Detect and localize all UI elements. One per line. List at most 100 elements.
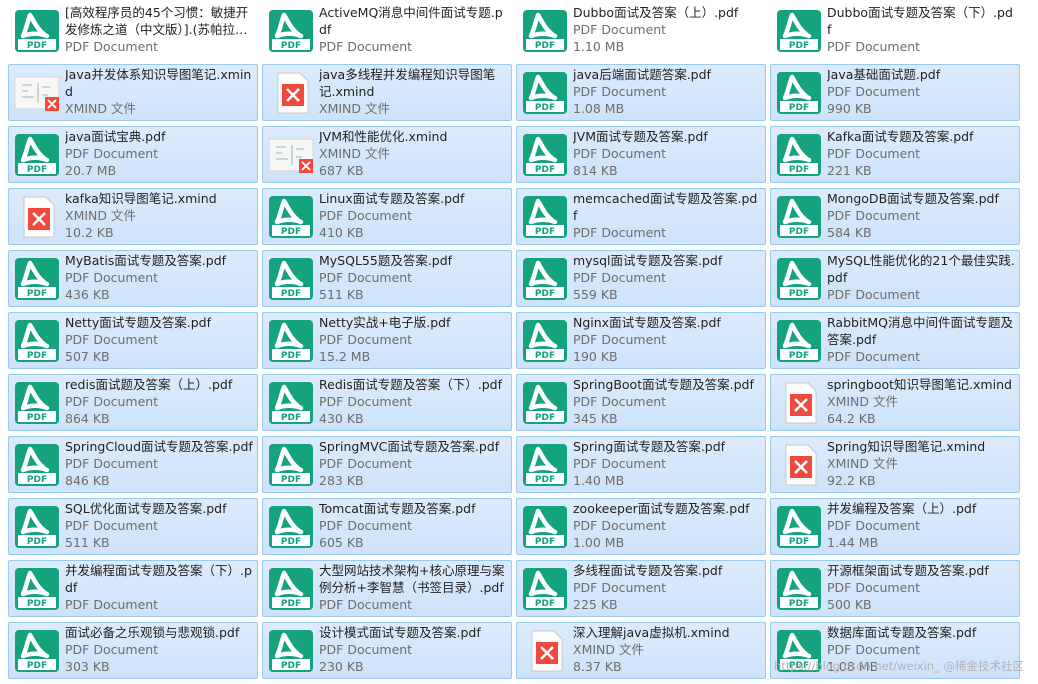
pdf-file-icon: PDF xyxy=(522,133,568,177)
file-text: [高效程序员的45个习惯：敏捷开发修炼之道（中文版）].(苏帕拉马... PDF … xyxy=(65,4,253,55)
svg-text:PDF: PDF xyxy=(535,351,555,361)
file-type: XMIND 文件 xyxy=(573,642,644,657)
file-size: 559 KB xyxy=(573,287,618,302)
file-item[interactable]: PDF [高效程序员的45个习惯：敏捷开发修炼之道（中文版）].(苏帕拉马...… xyxy=(8,2,258,59)
file-item[interactable]: PDF MyBatis面试专题及答案.pdf PDF Document 436 KB xyxy=(8,250,258,307)
file-item[interactable]: PDF Nginx面试专题及答案.pdf PDF Document 190 KB xyxy=(516,312,766,369)
svg-text:PDF: PDF xyxy=(281,227,301,237)
file-text: memcached面试专题及答案.pdf PDF Document635 KB xyxy=(573,190,761,244)
file-item[interactable]: kafka知识导图笔记.xmind XMIND 文件 10.2 KB xyxy=(8,188,258,245)
file-item[interactable]: PDF SpringMVC面试专题及答案.pdf PDF Document 283 … xyxy=(262,436,512,493)
svg-text:PDF: PDF xyxy=(789,227,809,237)
file-item[interactable]: PDF mysql面试专题及答案.pdf PDF Document 559 KB xyxy=(516,250,766,307)
file-type: PDF Document xyxy=(65,518,159,533)
file-size: 635 KB xyxy=(573,241,761,244)
file-type: XMIND 文件 xyxy=(65,101,136,116)
file-item[interactable]: PDF Kafka面试专题及答案.pdf PDF Document 221 KB xyxy=(770,126,1020,183)
file-text: Java并发体系知识导图笔记.xmind XMIND 文件304 KB xyxy=(65,66,253,120)
file-size: 814 KB xyxy=(573,163,618,178)
file-item[interactable]: PDF JVM面试专题及答案.pdf PDF Document 814 KB xyxy=(516,126,766,183)
file-name: java多线程并发编程知识导图笔记.xmind xyxy=(319,67,496,99)
file-text: SpringMVC面试专题及答案.pdf PDF Document 283 KB xyxy=(319,438,507,489)
file-item[interactable]: 深入理解java虚拟机.xmind XMIND 文件 8.37 KB xyxy=(516,622,766,679)
pdf-file-icon: PDF xyxy=(14,319,60,363)
file-item[interactable]: PDF MySQL55题及答案.pdf PDF Document 511 KB xyxy=(262,250,512,307)
file-text: SpringCloud面试专题及答案.pdf PDF Document 846 KB xyxy=(65,438,253,489)
svg-text:PDF: PDF xyxy=(281,661,301,671)
pdf-file-icon: PDF xyxy=(268,505,314,549)
file-text: Java基础面试题.pdf PDF Document 990 KB xyxy=(827,66,1015,117)
file-type: PDF Document xyxy=(573,84,667,99)
xmind-file-icon xyxy=(776,381,822,425)
file-item[interactable]: PDF Redis面试专题及答案（下）.pdf PDF Document 430 K… xyxy=(262,374,512,431)
file-name: MySQL性能优化的21个最佳实践.pdf xyxy=(827,253,1015,285)
file-size: 64.2 KB xyxy=(827,411,876,426)
file-name: 深入理解java虚拟机.xmind xyxy=(573,625,730,640)
file-item[interactable]: PDF Java基础面试题.pdf PDF Document 990 KB xyxy=(770,64,1020,121)
file-item[interactable]: PDF Netty面试专题及答案.pdf PDF Document 507 KB xyxy=(8,312,258,369)
file-type: XMIND 文件 xyxy=(65,208,136,223)
pdf-file-icon: PDF xyxy=(268,9,314,53)
file-type: PDF Document xyxy=(827,287,921,302)
file-type: PDF Document xyxy=(573,580,667,595)
file-name: kafka知识导图笔记.xmind xyxy=(65,191,217,206)
file-item[interactable]: PDF 设计模式面试专题及答案.pdf PDF Document 230 KB xyxy=(262,622,512,679)
file-name: mysql面试专题及答案.pdf xyxy=(573,253,723,268)
file-item[interactable]: PDF 大型网站技术架构+核心原理与案例分析+李智慧（书签目录）.pdf PDF … xyxy=(262,560,512,617)
file-item[interactable]: PDF Linux面试专题及答案.pdf PDF Document 410 KB xyxy=(262,188,512,245)
file-item[interactable]: PDF SpringCloud面试专题及答案.pdf PDF Document 84… xyxy=(8,436,258,493)
svg-text:PDF: PDF xyxy=(27,599,47,609)
file-size: 511 KB xyxy=(319,287,364,302)
file-type: PDF Document xyxy=(827,580,921,595)
file-size: 251 KB xyxy=(319,55,507,58)
svg-text:PDF: PDF xyxy=(281,41,301,51)
file-text: 多线程面试专题及答案.pdf PDF Document 225 KB xyxy=(573,562,761,613)
file-text: MyBatis面试专题及答案.pdf PDF Document 436 KB xyxy=(65,252,253,303)
file-name: SQL优化面试专题及答案.pdf xyxy=(65,501,227,516)
file-item[interactable]: PDF zookeeper面试专题及答案.pdf PDF Document 1.00… xyxy=(516,498,766,555)
file-item[interactable]: PDF redis面试题及答案（上）.pdf PDF Document 864 KB xyxy=(8,374,258,431)
file-item[interactable]: PDF memcached面试专题及答案.pdf PDF Document635 … xyxy=(516,188,766,245)
file-item[interactable]: java多线程并发编程知识导图笔记.xmind XMIND 文件 xyxy=(262,64,512,121)
pdf-file-icon: PDF xyxy=(776,9,822,53)
file-item[interactable]: PDF Dubbo面试及答案（上）.pdf PDF Document 1.10 MB xyxy=(516,2,766,59)
file-item[interactable]: PDF 多线程面试专题及答案.pdf PDF Document 225 KB xyxy=(516,560,766,617)
file-item[interactable]: PDF java后端面试题答案.pdf PDF Document 1.08 MB xyxy=(516,64,766,121)
file-item[interactable]: PDF 并发编程面试专题及答案（下）.pdf PDF Document xyxy=(8,560,258,617)
file-size: 304 KB xyxy=(65,117,253,120)
file-item[interactable]: PDF SQL优化面试专题及答案.pdf PDF Document 511 KB xyxy=(8,498,258,555)
file-name: ActiveMQ消息中间件面试专题.pdf xyxy=(319,5,503,37)
file-item[interactable]: PDF MongoDB面试专题及答案.pdf PDF Document 584 KB xyxy=(770,188,1020,245)
file-type: PDF Document xyxy=(65,597,159,612)
file-item[interactable]: JVM和性能优化.xmind XMIND 文件 687 KB xyxy=(262,126,512,183)
file-item[interactable]: PDF 面试必备之乐观锁与悲观锁.pdf PDF Document 303 KB xyxy=(8,622,258,679)
file-item[interactable]: Java并发体系知识导图笔记.xmind XMIND 文件304 KB xyxy=(8,64,258,121)
file-name: java后端面试题答案.pdf xyxy=(573,67,711,82)
file-item[interactable]: PDF SpringBoot面试专题及答案.pdf PDF Document 345… xyxy=(516,374,766,431)
file-name: Kafka面试专题及答案.pdf xyxy=(827,129,974,144)
file-size: 436 KB xyxy=(65,287,110,302)
file-item[interactable]: PDF Dubbo面试专题及答案（下）.pdf PDF Document615 K… xyxy=(770,2,1020,59)
file-text: Netty面试专题及答案.pdf PDF Document 507 KB xyxy=(65,314,253,365)
file-item[interactable]: PDF Spring面试专题及答案.pdf PDF Document 1.40 MB xyxy=(516,436,766,493)
file-item[interactable]: Spring知识导图笔记.xmind XMIND 文件 92.2 KB xyxy=(770,436,1020,493)
file-text: java多线程并发编程知识导图笔记.xmind XMIND 文件 xyxy=(319,66,507,117)
file-text: redis面试题及答案（上）.pdf PDF Document 864 KB xyxy=(65,376,253,427)
svg-text:PDF: PDF xyxy=(789,537,809,547)
file-item[interactable]: springboot知识导图笔记.xmind XMIND 文件 64.2 KB xyxy=(770,374,1020,431)
file-text: 并发编程面试专题及答案（下）.pdf PDF Document xyxy=(65,562,253,613)
file-size: 990 KB xyxy=(827,101,872,116)
file-item[interactable]: PDF java面试宝典.pdf PDF Document 20.7 MB xyxy=(8,126,258,183)
file-item[interactable]: PDF 并发编程及答案（上）.pdf PDF Document 1.44 MB xyxy=(770,498,1020,555)
file-text: SpringBoot面试专题及答案.pdf PDF Document 345 KB xyxy=(573,376,761,427)
file-text: springboot知识导图笔记.xmind XMIND 文件 64.2 KB xyxy=(827,376,1015,427)
file-item[interactable]: PDF ActiveMQ消息中间件面试专题.pdf PDF Document251… xyxy=(262,2,512,59)
file-item[interactable]: PDF RabbitMQ消息中间件面试专题及答案.pdf PDF Document xyxy=(770,312,1020,369)
file-item[interactable]: PDF 开源框架面试专题及答案.pdf PDF Document 500 KB xyxy=(770,560,1020,617)
file-name: 数据库面试专题及答案.pdf xyxy=(827,625,977,640)
pdf-file-icon: PDF xyxy=(776,257,822,301)
file-item[interactable]: PDF MySQL性能优化的21个最佳实践.pdf PDF Document xyxy=(770,250,1020,307)
file-item[interactable]: PDF Tomcat面试专题及答案.pdf PDF Document 605 KB xyxy=(262,498,512,555)
file-text: java后端面试题答案.pdf PDF Document 1.08 MB xyxy=(573,66,761,117)
file-item[interactable]: PDF Netty实战+电子版.pdf PDF Document 15.2 MB xyxy=(262,312,512,369)
